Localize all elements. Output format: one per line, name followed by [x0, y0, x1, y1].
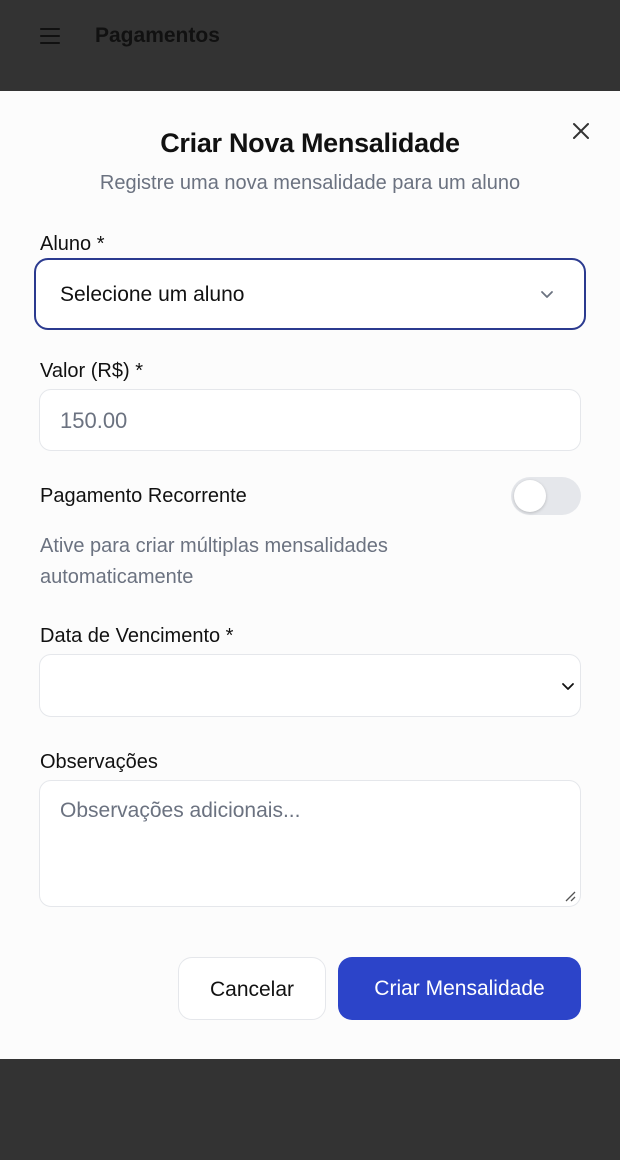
- dialog-subtitle: Registre uma nova mensalidade para um al…: [99, 172, 521, 194]
- toggle-knob: [514, 480, 546, 512]
- valor-input-value: 150.00: [60, 408, 128, 433]
- recorrente-toggle[interactable]: [511, 477, 581, 515]
- observacoes-textarea[interactable]: Observações adicionais...: [39, 780, 581, 907]
- vencimento-label: Data de Vencimento *: [40, 625, 234, 647]
- page-title: Pagamentos: [95, 24, 220, 47]
- valor-input[interactable]: 150.00: [39, 389, 581, 451]
- resize-grip-icon[interactable]: [562, 888, 576, 902]
- create-fee-button[interactable]: Criar Mensalidade: [338, 957, 581, 1020]
- menu-icon[interactable]: [40, 26, 60, 44]
- dialog-title: Criar Nova Mensalidade: [160, 128, 460, 158]
- chevron-down-icon: [559, 677, 577, 695]
- observacoes-label: Observações: [40, 751, 158, 773]
- observacoes-placeholder: Observações adicionais...: [60, 799, 301, 822]
- recorrente-help-text: Ative para criar múltiplas mensalidades …: [40, 535, 388, 588]
- chevron-down-icon: [538, 285, 556, 303]
- aluno-select[interactable]: Selecione um aluno: [34, 258, 586, 330]
- top-bar: Pagamentos: [0, 0, 620, 91]
- aluno-label: Aluno *: [40, 233, 105, 255]
- overlay-bottom: [0, 1059, 620, 1160]
- valor-label: Valor (R$) *: [40, 360, 143, 382]
- recorrente-label: Pagamento Recorrente: [40, 485, 247, 507]
- aluno-select-value: Selecione um aluno: [60, 283, 245, 306]
- vencimento-select[interactable]: [39, 654, 581, 717]
- cancel-button[interactable]: Cancelar: [178, 957, 326, 1020]
